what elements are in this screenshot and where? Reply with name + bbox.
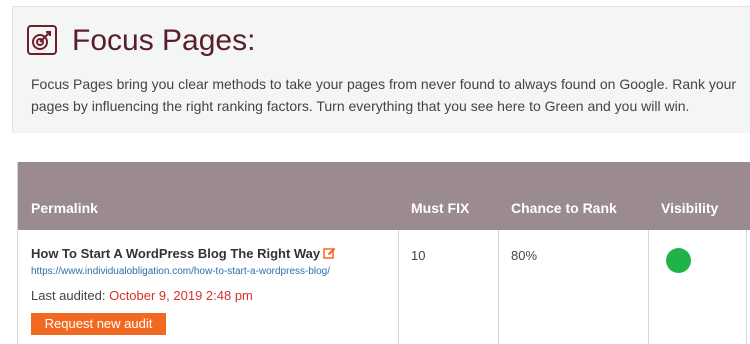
description-line: Focus Pages bring you clear methods to t…: [31, 76, 737, 92]
column-header-visibility[interactable]: Visibility: [661, 200, 718, 216]
last-audited-label: Last audited:: [31, 288, 106, 303]
focus-pages-banner: Focus Pages: Focus Pages bring you clear…: [12, 6, 750, 133]
page-title: Focus Pages:: [72, 24, 256, 57]
chance-to-rank-value: 80%: [511, 248, 538, 263]
column-header-permalink[interactable]: Permalink: [31, 200, 98, 216]
last-audited: Last audited: October 9, 2019 2:48 pm: [31, 288, 253, 303]
column-divider: [398, 230, 399, 344]
column-divider: [498, 230, 499, 344]
column-divider: [648, 230, 649, 344]
page-title-link[interactable]: How To Start A WordPress Blog The Right …: [31, 246, 336, 263]
last-audited-date: October 9, 2019 2:48 pm: [109, 288, 253, 303]
column-header-chance-to-rank[interactable]: Chance to Rank: [511, 200, 617, 216]
table-header: Permalink Must FIX Chance to Rank Visibi…: [18, 162, 750, 230]
focus-pages-table: Permalink Must FIX Chance to Rank Visibi…: [17, 162, 750, 344]
edit-icon[interactable]: [323, 247, 336, 263]
page-description: Focus Pages bring you clear methods to t…: [31, 73, 750, 117]
column-header-must-fix[interactable]: Must FIX: [411, 200, 469, 216]
column-divider: [746, 230, 747, 344]
visibility-status-dot: [666, 248, 691, 273]
permalink-url[interactable]: https://www.individualobligation.com/how…: [31, 266, 330, 277]
table-row: How To Start A WordPress Blog The Right …: [18, 230, 750, 344]
focus-target-icon: [27, 25, 57, 55]
description-line: pages by influencing the right ranking f…: [31, 98, 690, 114]
post-title-text[interactable]: How To Start A WordPress Blog The Right …: [31, 246, 320, 261]
request-new-audit-button[interactable]: Request new audit: [31, 313, 166, 335]
must-fix-value: 10: [411, 248, 426, 263]
